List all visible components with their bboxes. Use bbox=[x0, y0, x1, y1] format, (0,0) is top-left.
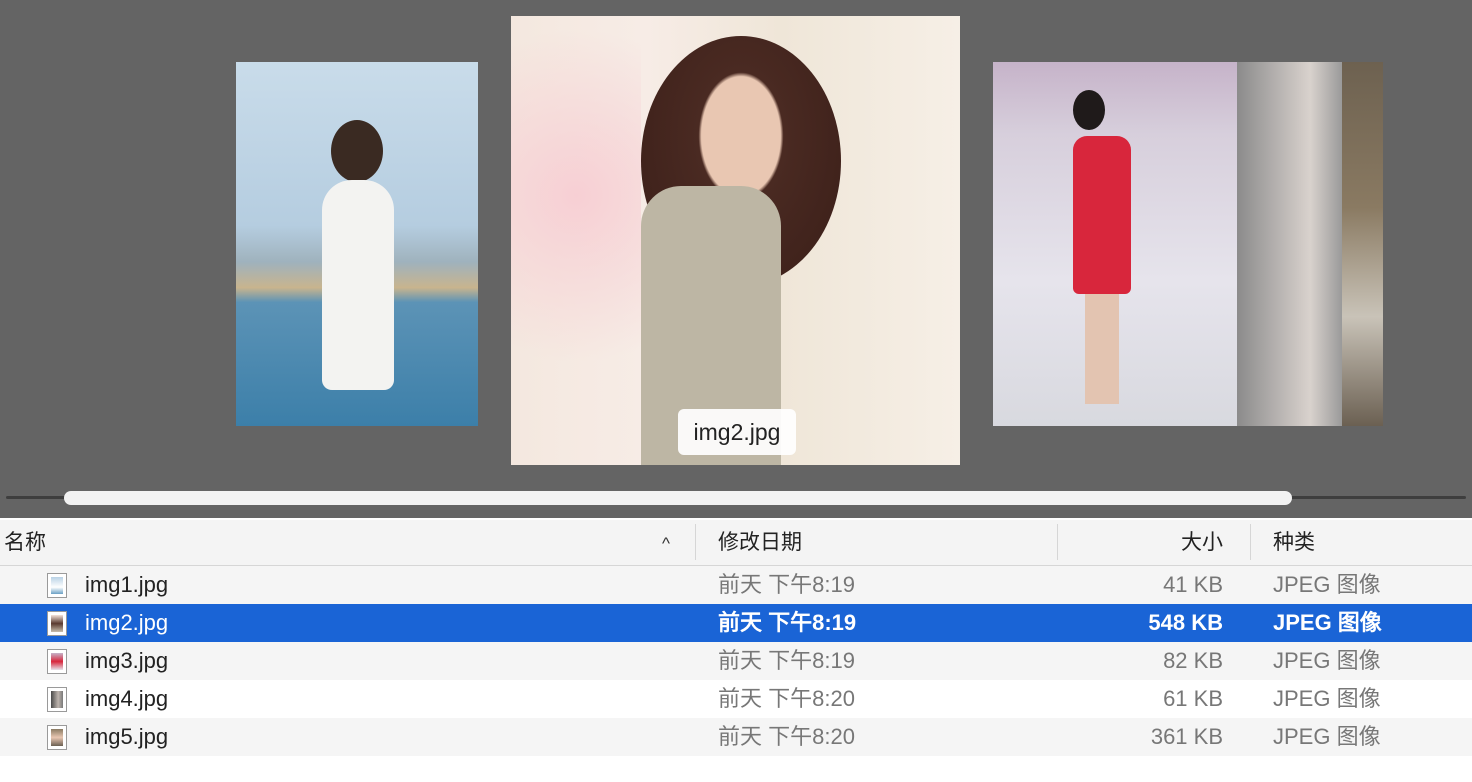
file-name: img3.jpg bbox=[85, 648, 169, 673]
file-date: 前天 下午8:19 bbox=[718, 610, 857, 635]
file-kind: JPEG 图像 bbox=[1273, 572, 1381, 597]
figure-legs-decoration bbox=[1085, 294, 1119, 404]
file-size: 82 KB bbox=[1163, 648, 1223, 673]
file-list: img1.jpg 前天 下午8:19 41 KB JPEG 图像 img2.jp… bbox=[0, 566, 1472, 756]
figure-hair-decoration bbox=[331, 120, 383, 182]
column-header-size[interactable]: 大小 bbox=[1181, 520, 1223, 565]
file-kind: JPEG 图像 bbox=[1273, 648, 1381, 673]
file-row[interactable]: img3.jpg 前天 下午8:19 82 KB JPEG 图像 bbox=[0, 642, 1472, 680]
flowers-decoration bbox=[511, 16, 641, 465]
column-header-kind[interactable]: 种类 bbox=[1273, 520, 1315, 565]
file-kind: JPEG 图像 bbox=[1273, 610, 1382, 635]
jpeg-file-icon bbox=[47, 725, 67, 750]
file-kind: JPEG 图像 bbox=[1273, 686, 1381, 711]
file-size: 361 KB bbox=[1150, 724, 1223, 749]
coverflow-scrollbar-thumb[interactable] bbox=[64, 491, 1292, 505]
figure-dress-decoration bbox=[1073, 136, 1131, 294]
figure-dress-decoration bbox=[322, 180, 394, 390]
file-name: img1.jpg bbox=[85, 572, 169, 597]
file-size: 61 KB bbox=[1163, 686, 1223, 711]
column-divider[interactable] bbox=[1057, 524, 1058, 560]
file-date: 前天 下午8:19 bbox=[718, 572, 855, 597]
file-date: 前天 下午8:19 bbox=[718, 648, 855, 673]
file-size: 548 KB bbox=[1148, 610, 1223, 635]
cover-thumbnail-img4[interactable] bbox=[1236, 62, 1342, 426]
column-header-name[interactable]: 名称 bbox=[4, 520, 46, 565]
selected-file-caption: img2.jpg bbox=[678, 409, 796, 455]
figure-hair-decoration bbox=[1073, 90, 1105, 130]
cover-thumbnail-img1[interactable] bbox=[236, 62, 478, 426]
jpeg-file-icon bbox=[47, 649, 67, 674]
file-name: img2.jpg bbox=[85, 610, 169, 635]
file-row-selected[interactable]: img2.jpg 前天 下午8:19 548 KB JPEG 图像 bbox=[0, 604, 1472, 642]
file-date: 前天 下午8:20 bbox=[718, 724, 855, 749]
column-divider[interactable] bbox=[1250, 524, 1251, 560]
cover-thumbnail-img5[interactable] bbox=[1342, 62, 1383, 426]
cover-thumbnail-img2[interactable] bbox=[511, 16, 960, 465]
file-name: img4.jpg bbox=[85, 686, 169, 711]
cover-thumbnail-img3[interactable] bbox=[993, 62, 1237, 426]
file-date: 前天 下午8:20 bbox=[718, 686, 855, 711]
jpeg-file-icon bbox=[47, 573, 67, 598]
jpeg-file-icon bbox=[47, 611, 67, 636]
file-row[interactable]: img5.jpg 前天 下午8:20 361 KB JPEG 图像 bbox=[0, 718, 1472, 756]
file-row[interactable]: img1.jpg 前天 下午8:19 41 KB JPEG 图像 bbox=[0, 566, 1472, 604]
file-name: img5.jpg bbox=[85, 724, 169, 749]
cover-flow-view[interactable]: img2.jpg bbox=[0, 0, 1472, 518]
column-divider[interactable] bbox=[695, 524, 696, 560]
file-kind: JPEG 图像 bbox=[1273, 724, 1381, 749]
file-row[interactable]: img4.jpg 前天 下午8:20 61 KB JPEG 图像 bbox=[0, 680, 1472, 718]
chevron-up-icon[interactable]: ^ bbox=[662, 520, 670, 565]
list-header: 名称 ^ 修改日期 大小 种类 bbox=[0, 520, 1472, 566]
file-size: 41 KB bbox=[1163, 572, 1223, 597]
column-header-date[interactable]: 修改日期 bbox=[718, 520, 802, 565]
jpeg-file-icon bbox=[47, 687, 67, 712]
